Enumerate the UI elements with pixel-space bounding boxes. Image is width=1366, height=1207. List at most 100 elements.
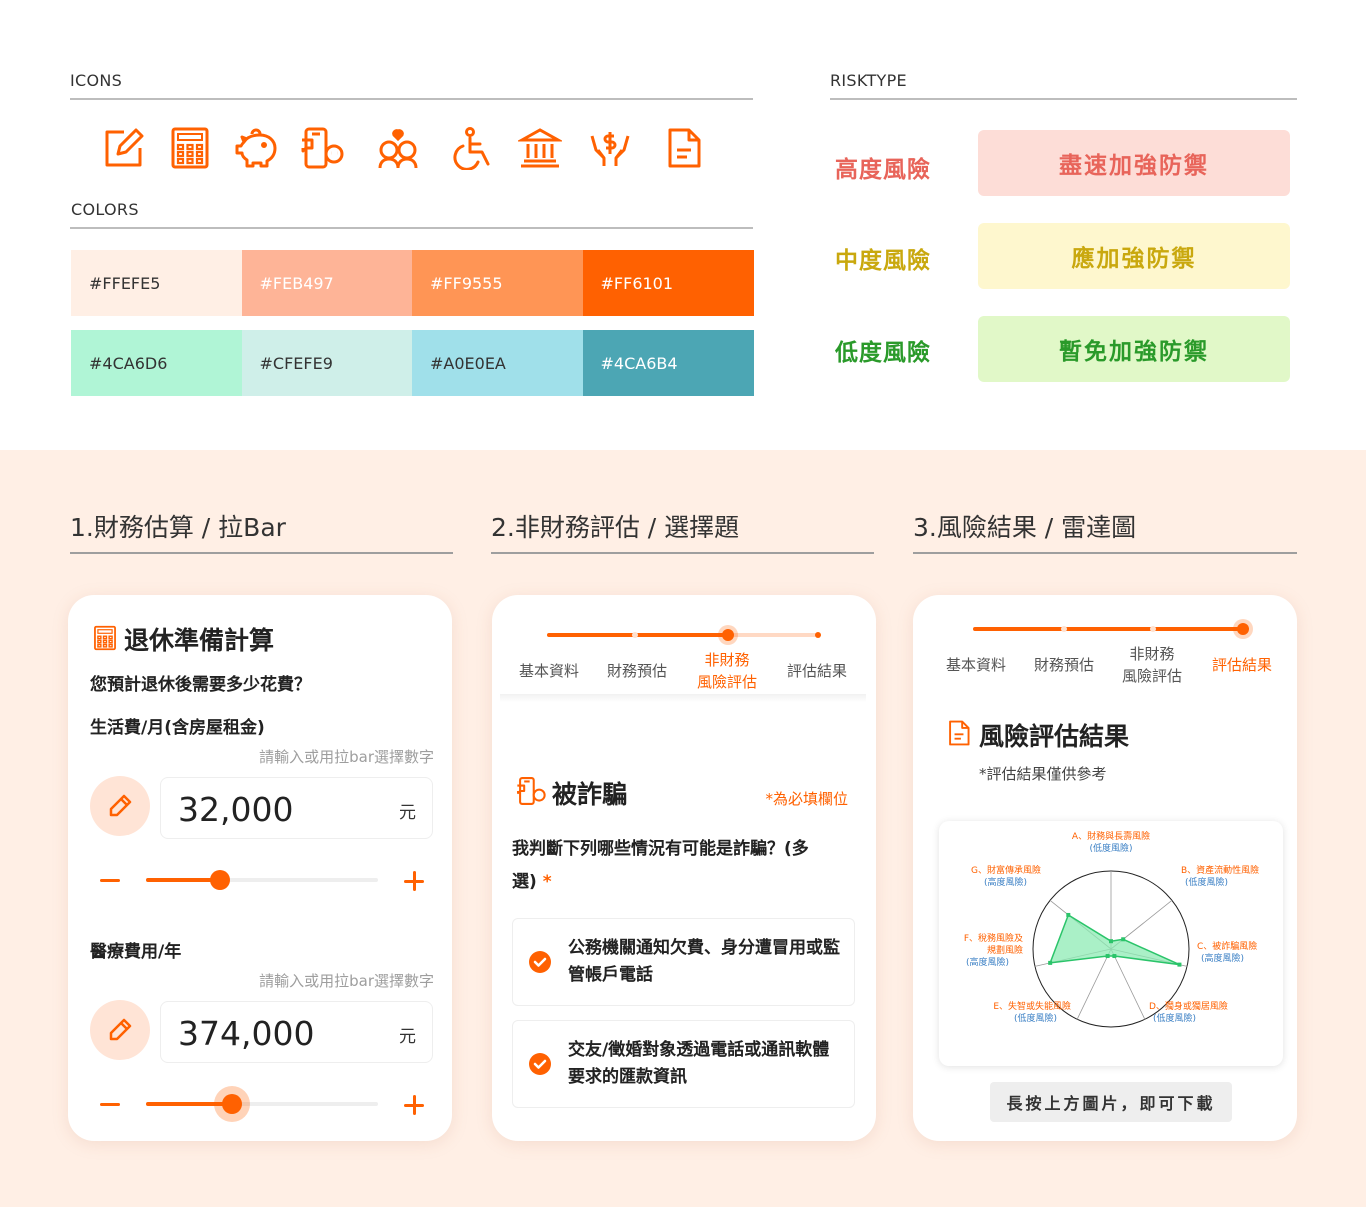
decrease-living-cost-button[interactable] xyxy=(100,879,120,882)
document-icon xyxy=(668,128,701,168)
medical-cost-slider[interactable] xyxy=(146,1094,378,1114)
color-swatch: #CFEFE9 xyxy=(241,330,413,396)
progress-remaining xyxy=(727,633,819,637)
radar-chart-panel[interactable]: A、財務與長壽風險 (低度風險) B、資產流動性風險 (低度風險) C、被詐騙風險 (高度… xyxy=(939,821,1283,1066)
pencil-icon xyxy=(109,794,132,817)
decrease-medical-cost-button[interactable] xyxy=(100,1103,120,1106)
radar-risk-level: (高度風險) xyxy=(966,956,1009,968)
money-hands-icon xyxy=(590,132,630,166)
bank-icon xyxy=(518,128,562,168)
download-hint-button[interactable]: 長按上方圖片，即可下載 xyxy=(990,1082,1232,1122)
colors-heading: COLORS xyxy=(71,200,139,219)
icon-set xyxy=(70,118,753,178)
currency-unit: 元 xyxy=(399,803,416,823)
radar-point xyxy=(1066,912,1071,917)
medical-cost-hint: 請輸入或用拉bar選擇數字 xyxy=(259,972,434,990)
increase-medical-cost-button[interactable] xyxy=(404,1095,424,1115)
question-body: 我判斷下列哪些情況有可能是詐騙？(多選) xyxy=(512,839,809,892)
medical-cost-label: 醫療費用/年 xyxy=(90,942,182,962)
slider-thumb[interactable] xyxy=(210,870,231,890)
increase-living-cost-button[interactable] xyxy=(404,871,424,891)
tab-label-line1: 非財務 xyxy=(1129,645,1175,663)
radar-risk-level: (低度風險) xyxy=(1153,1012,1196,1024)
risk-advice-high: 盡速加強防禦 xyxy=(978,130,1290,196)
tab-label-line2: 風險評估 xyxy=(696,673,757,691)
tab-financial-estimate[interactable]: 財務預估 xyxy=(604,660,670,682)
radar-risk-level: (高度風險) xyxy=(984,876,1027,888)
tab-basic-info[interactable]: 基本資料 xyxy=(516,660,582,682)
style-guide-section: ICONS COLORS #FFEFE5 #FEB497 #FF9555 #FF… xyxy=(0,0,1366,450)
risk-label-high: 高度風險 xyxy=(835,157,931,183)
result-note: *評估結果僅供參考 xyxy=(979,765,1107,783)
step1-divider xyxy=(70,552,453,554)
icons-heading: ICONS xyxy=(70,71,123,90)
slider-fill xyxy=(146,878,221,882)
edit-medical-cost-button[interactable] xyxy=(90,1000,150,1060)
radar-axis-label: F、稅務風險及規劃風險 xyxy=(964,932,1023,956)
calculator-icon xyxy=(94,625,116,651)
tab-label-line2: 風險評估 xyxy=(1121,667,1182,685)
required-star: * xyxy=(542,872,552,892)
step2-heading: 2.非財務評估 / 選擇題 xyxy=(491,513,740,542)
medical-cost-input[interactable]: 374,000 元 xyxy=(160,1001,433,1063)
risk-advice-medium: 應加強防禦 xyxy=(978,223,1290,289)
edit-living-cost-button[interactable] xyxy=(90,776,150,836)
radar-risk-level: (高度風險) xyxy=(1201,952,1244,964)
option-dating-remittance[interactable]: 交友/徵婚對象透過電話或通訊軟體要求的匯款資訊 xyxy=(512,1020,855,1108)
option-label: 交友/徵婚對象透過電話或通訊軟體要求的匯款資訊 xyxy=(568,1040,830,1087)
living-cost-label: 生活費/月(含房屋租金) xyxy=(90,718,265,738)
radar-point xyxy=(1105,954,1110,959)
slider-fill xyxy=(146,1102,232,1106)
tab-financial-estimate[interactable]: 財務預估 xyxy=(1029,654,1099,676)
risk-result-card: 基本資料 財務預估 非財務 風險評估 評估結果 風險評估結果 *評估結果僅供參考… xyxy=(913,595,1297,1141)
medical-cost-value: 374,000 xyxy=(178,1014,315,1053)
step1-heading: 1.財務估算 / 拉Bar xyxy=(70,513,286,542)
living-cost-hint: 請輸入或用拉bar選擇數字 xyxy=(259,748,434,766)
calculator-icon xyxy=(171,127,209,169)
progress-done xyxy=(973,627,1245,631)
radar-risk-level: (低度風險) xyxy=(1089,842,1132,854)
edit-icon xyxy=(105,128,144,167)
color-swatch: #4CA6D6 xyxy=(71,330,242,396)
step2-divider xyxy=(491,552,874,554)
color-swatch: #FF9555 xyxy=(412,250,583,316)
family-icon xyxy=(378,129,418,169)
radar-point xyxy=(1112,954,1117,959)
option-label: 公務機關通知欠費、身分遭冒用或監管帳戶電話 xyxy=(568,938,840,985)
tab-non-financial-assessment[interactable]: 非財務 風險評估 xyxy=(690,649,764,693)
radar-axis-label: C、被詐騙風險 xyxy=(1197,940,1257,952)
slider-thumb[interactable] xyxy=(221,1094,242,1114)
phone-scam-icon xyxy=(517,777,546,805)
non-financial-assessment-card: 基本資料 財務預估 非財務 風險評估 評估結果 被詐騙 *為必填欄位 我判斷下列… xyxy=(492,595,876,1141)
risk-label-medium: 中度風險 xyxy=(835,248,931,274)
tabs-divider xyxy=(500,694,866,702)
icons-divider xyxy=(70,98,753,100)
progress-step-marker xyxy=(1150,626,1156,632)
risktype-heading: RISKTYPE xyxy=(830,71,907,90)
living-cost-value: 32,000 xyxy=(178,790,294,829)
colors-divider xyxy=(70,227,753,229)
tab-result[interactable]: 評估結果 xyxy=(1207,654,1277,676)
option-government-notice[interactable]: 公務機關通知欠費、身分遭冒用或監管帳戶電話 xyxy=(512,918,855,1006)
color-swatch: #FEB497 xyxy=(241,250,413,316)
color-swatch: #FF6101 xyxy=(582,250,754,316)
step3-divider xyxy=(913,552,1297,554)
progress-step-marker xyxy=(1061,626,1067,632)
color-swatch: #4CA6B4 xyxy=(582,330,754,396)
progress-step-marker xyxy=(815,632,821,638)
tab-basic-info[interactable]: 基本資料 xyxy=(941,654,1011,676)
retirement-calculator-card: 退休準備計算 您預計退休後需要多少花費？ 生活費/月(含房屋租金) 請輸入或用拉… xyxy=(68,595,452,1141)
radar-point xyxy=(1121,937,1126,942)
tab-result[interactable]: 評估結果 xyxy=(784,660,850,682)
pencil-icon xyxy=(109,1018,132,1041)
checked-icon xyxy=(529,1053,551,1075)
color-swatch: #FFEFE5 xyxy=(71,250,242,316)
living-cost-slider[interactable] xyxy=(146,870,378,890)
tab-non-financial-assessment[interactable]: 非財務 風險評估 xyxy=(1115,643,1189,687)
tab-label-line1: 非財務 xyxy=(704,651,750,669)
radar-axis-label: D、獨身或獨居風險 xyxy=(1149,1000,1228,1012)
living-cost-input[interactable]: 32,000 元 xyxy=(160,777,433,839)
radar-point xyxy=(1048,960,1053,965)
progress-current-marker xyxy=(722,629,734,641)
phone-scam-icon xyxy=(301,127,344,169)
